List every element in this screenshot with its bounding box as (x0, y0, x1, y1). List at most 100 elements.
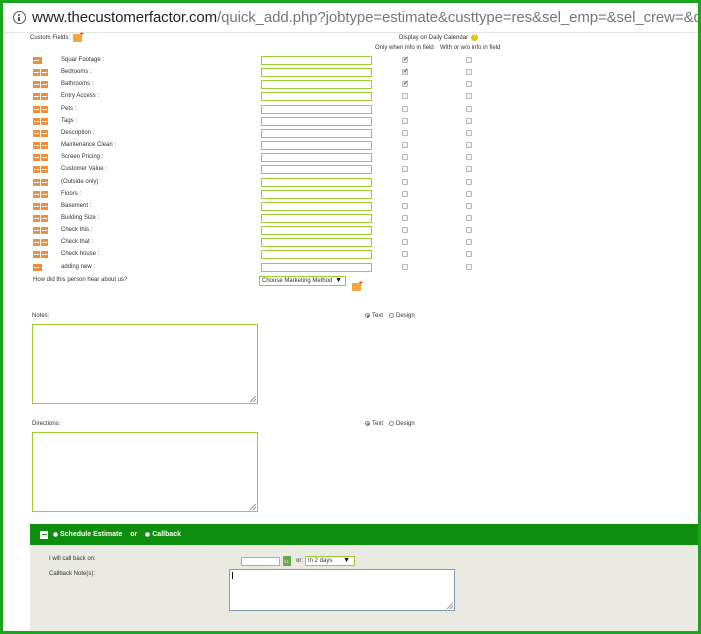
custom-field-input[interactable] (261, 250, 372, 260)
display-always-checkbox[interactable] (466, 81, 472, 88)
display-only-when-info-checkbox[interactable] (402, 214, 408, 221)
display-always-checkbox[interactable] (466, 105, 472, 112)
callback-label: Callback (152, 531, 182, 538)
edit-field-icon[interactable] (33, 251, 48, 259)
edit-field-icon[interactable] (33, 57, 42, 64)
url-text[interactable]: www.thecustomerfactor.com/quick_add.php?… (32, 9, 698, 26)
edit-field-icon[interactable] (33, 190, 48, 198)
edit-field-icon[interactable] (33, 105, 48, 113)
add-marketing-method-icon[interactable] (352, 280, 363, 291)
display-always-checkbox[interactable] (466, 239, 472, 246)
display-always-checkbox[interactable] (466, 69, 472, 76)
custom-field-input[interactable] (261, 104, 372, 114)
edit-field-icon[interactable] (33, 202, 48, 210)
custom-field-input[interactable] (261, 141, 372, 151)
custom-field-row: Screen Pricing : (3, 153, 698, 163)
calendar-icon[interactable] (283, 556, 291, 566)
display-always-checkbox[interactable] (466, 142, 472, 149)
custom-field-label: Bedrooms : (61, 69, 92, 76)
display-only-when-info-checkbox[interactable] (402, 227, 408, 234)
edit-field-icon[interactable] (33, 93, 48, 101)
display-only-when-info-checkbox[interactable] (402, 263, 408, 270)
custom-field-input[interactable] (261, 153, 372, 163)
custom-field-input[interactable] (261, 213, 372, 223)
help-icon[interactable]: ? (471, 34, 479, 41)
resize-grip-icon[interactable] (250, 396, 256, 402)
display-only-when-info-checkbox[interactable] (402, 93, 408, 100)
edit-field-icon[interactable] (33, 239, 48, 247)
custom-field-input[interactable] (261, 201, 372, 211)
display-always-checkbox[interactable] (466, 251, 472, 258)
custom-field-input[interactable] (261, 80, 372, 90)
callback-option[interactable]: Callback (145, 531, 181, 538)
custom-field-input[interactable] (261, 56, 372, 65)
address-bar[interactable]: www.thecustomerfactor.com/quick_add.php?… (3, 3, 698, 33)
custom-field-input[interactable] (261, 238, 372, 248)
display-always-checkbox[interactable] (466, 202, 472, 209)
custom-field-input[interactable] (261, 262, 372, 272)
directions-mode-design[interactable]: Design (389, 421, 415, 427)
edit-field-icon[interactable] (33, 263, 42, 271)
display-only-when-info-checkbox[interactable] (402, 55, 409, 63)
display-only-when-info-checkbox[interactable] (402, 105, 408, 112)
resize-grip-icon[interactable] (447, 603, 453, 609)
display-always-checkbox[interactable] (466, 178, 472, 185)
edit-field-icon[interactable] (33, 69, 48, 77)
edit-field-icon[interactable] (33, 81, 48, 89)
display-only-when-info-checkbox[interactable] (402, 142, 408, 149)
display-only-when-info-checkbox[interactable] (402, 178, 408, 185)
callback-note-textarea[interactable] (229, 569, 455, 611)
custom-field-input[interactable] (261, 92, 372, 102)
custom-field-input[interactable] (261, 177, 372, 187)
display-only-when-info-checkbox[interactable] (402, 190, 408, 197)
display-always-checkbox[interactable] (466, 57, 472, 63)
edit-field-icon[interactable] (33, 178, 48, 186)
directions-mode-text[interactable]: Text (365, 421, 383, 427)
display-always-checkbox[interactable] (466, 117, 472, 124)
notes-mode-design[interactable]: Design (389, 313, 415, 319)
display-only-when-info-checkbox[interactable] (402, 79, 409, 88)
directions-mode-toggle: Text Design (365, 421, 415, 427)
display-always-checkbox[interactable] (466, 154, 472, 161)
url-path: /quick_add.php?jobtype=estimate&custtype… (217, 9, 698, 26)
custom-field-input[interactable] (261, 165, 372, 175)
notes-textarea[interactable] (32, 324, 258, 404)
schedule-estimate-option[interactable]: Schedule Estimate (53, 531, 122, 538)
edit-field-icon[interactable] (33, 154, 48, 162)
callback-date-input[interactable] (241, 557, 280, 566)
edit-field-icon[interactable] (33, 142, 48, 150)
directions-textarea[interactable] (32, 432, 258, 512)
add-custom-field-icon[interactable] (73, 31, 84, 42)
edit-field-icon[interactable] (33, 166, 48, 174)
edit-field-icon[interactable] (33, 214, 48, 222)
custom-field-input[interactable] (261, 128, 372, 138)
display-only-when-info-checkbox[interactable] (402, 154, 408, 161)
display-always-checkbox[interactable] (466, 166, 472, 173)
info-icon[interactable] (13, 11, 26, 24)
display-always-checkbox[interactable] (466, 190, 472, 197)
resize-grip-icon[interactable] (250, 504, 256, 510)
custom-field-input[interactable] (261, 189, 372, 199)
edit-field-icon[interactable] (33, 129, 48, 137)
collapse-icon[interactable] (40, 530, 48, 539)
edit-field-icon[interactable] (33, 117, 48, 125)
display-always-checkbox[interactable] (466, 263, 472, 270)
display-only-when-info-checkbox[interactable] (402, 129, 408, 136)
display-only-when-info-checkbox[interactable] (402, 239, 408, 246)
display-always-checkbox[interactable] (466, 214, 472, 221)
display-only-when-info-checkbox[interactable] (402, 251, 408, 258)
callback-days-select[interactable]: In 2 days ▼ (305, 556, 355, 566)
display-only-when-info-checkbox[interactable] (402, 117, 408, 124)
display-only-when-info-checkbox[interactable] (402, 166, 408, 173)
notes-mode-text[interactable]: Text (365, 313, 383, 319)
marketing-method-select[interactable]: Choose Marketing Method ▼ (259, 276, 346, 286)
custom-field-input[interactable] (261, 68, 372, 78)
custom-field-input[interactable] (261, 226, 372, 236)
display-always-checkbox[interactable] (466, 227, 472, 234)
custom-field-input[interactable] (261, 116, 372, 126)
display-only-when-info-checkbox[interactable] (402, 202, 408, 209)
display-always-checkbox[interactable] (466, 93, 472, 100)
display-only-when-info-checkbox[interactable] (402, 67, 409, 76)
edit-field-icon[interactable] (33, 227, 48, 235)
display-always-checkbox[interactable] (466, 129, 472, 136)
